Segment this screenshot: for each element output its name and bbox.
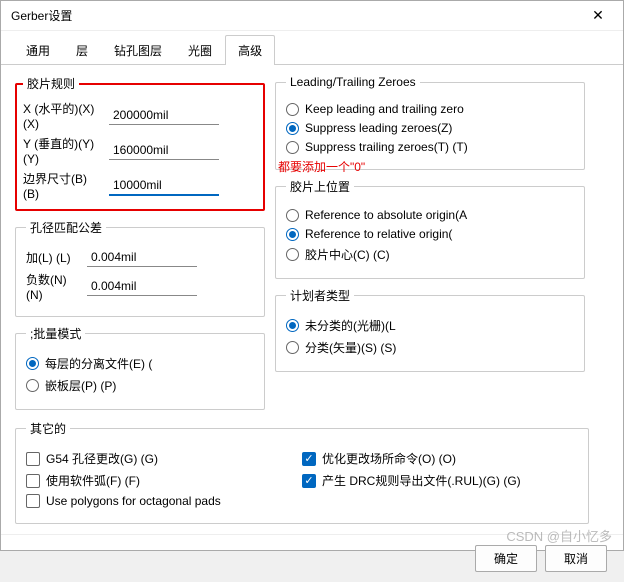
ok-button[interactable]: 确定: [475, 545, 537, 572]
group-batch-mode: ;批量模式 每层的分离文件(E) ( 嵌板层(P) (P): [15, 325, 265, 410]
radio-label: 未分类的(光栅)(L: [305, 317, 396, 334]
radio-icon: [286, 209, 299, 222]
input-y[interactable]: [109, 141, 219, 160]
input-plus[interactable]: [87, 248, 197, 267]
gerber-settings-dialog: Gerber设置 ✕ 通用 层 钻孔图层 光圈 高级 胶片规则 X (水平的)(…: [0, 0, 624, 551]
radio-icon: [286, 141, 299, 154]
checkbox-icon: [26, 452, 40, 466]
tab-apertures[interactable]: 光圈: [175, 35, 225, 65]
radio-panel-layer[interactable]: 嵌板层(P) (P): [26, 377, 254, 394]
label-y: Y (垂直的)(Y) (Y): [23, 135, 103, 166]
radio-icon: [286, 122, 299, 135]
radio-relative-origin[interactable]: Reference to relative origin(: [286, 227, 574, 241]
tab-layers[interactable]: 层: [63, 35, 101, 65]
legend-film-rules: 胶片规则: [23, 75, 79, 92]
label-plus: 加(L) (L): [26, 249, 81, 266]
radio-sorted[interactable]: 分类(矢量)(S) (S): [286, 339, 574, 356]
radio-unsorted[interactable]: 未分类的(光栅)(L: [286, 317, 574, 334]
radio-keep-zeroes[interactable]: Keep leading and trailing zero: [286, 102, 574, 116]
label-x: X (水平的)(X) (X): [23, 100, 103, 131]
radio-film-center[interactable]: 胶片中心(C) (C): [286, 246, 574, 263]
check-label: 优化更改场所命令(O) (O): [322, 450, 456, 467]
check-label: 产生 DRC规则导出文件(.RUL)(G) (G): [322, 472, 521, 489]
legend-others: 其它的: [26, 420, 70, 437]
radio-suppress-trailing[interactable]: Suppress trailing zeroes(T) (T): [286, 140, 574, 154]
legend-film-pos: 胶片上位置: [286, 178, 354, 195]
label-minus: 负数(N) (N): [26, 271, 81, 302]
radio-label: Suppress trailing zeroes(T) (T): [305, 140, 468, 154]
group-others: 其它的 G54 孔径更改(G) (G) 使用软件弧(F) (F) Use pol…: [15, 420, 589, 524]
group-plotter-type: 计划者类型 未分类的(光栅)(L 分类(矢量)(S) (S): [275, 287, 585, 372]
legend-batch: ;批量模式: [26, 325, 85, 342]
group-aperture-tolerance: 孔径匹配公差 加(L) (L) 负数(N) (N): [15, 219, 265, 317]
radio-icon: [286, 103, 299, 116]
radio-icon: [286, 228, 299, 241]
check-label: Use polygons for octagonal pads: [46, 494, 221, 508]
check-drc-rules[interactable]: 产生 DRC规则导出文件(.RUL)(G) (G): [302, 472, 578, 489]
tab-general[interactable]: 通用: [13, 35, 63, 65]
checkbox-icon: [26, 494, 40, 508]
dialog-title: Gerber设置: [11, 7, 72, 24]
check-software-arcs[interactable]: 使用软件弧(F) (F): [26, 472, 302, 489]
radio-icon: [286, 319, 299, 332]
radio-label: 分类(矢量)(S) (S): [305, 339, 396, 356]
input-border[interactable]: [109, 176, 219, 196]
legend-aperture-tol: 孔径匹配公差: [26, 219, 106, 236]
radio-label: 每层的分离文件(E) (: [45, 355, 152, 372]
titlebar: Gerber设置 ✕: [1, 1, 623, 31]
radio-icon: [286, 341, 299, 354]
radio-label: Keep leading and trailing zero: [305, 102, 464, 116]
check-optimize-change[interactable]: 优化更改场所命令(O) (O): [302, 450, 578, 467]
radio-suppress-leading[interactable]: Suppress leading zeroes(Z): [286, 121, 574, 135]
radio-label: Reference to absolute origin(A: [305, 208, 467, 222]
checkbox-icon: [26, 474, 40, 488]
check-g54[interactable]: G54 孔径更改(G) (G): [26, 450, 302, 467]
radio-separate-file[interactable]: 每层的分离文件(E) (: [26, 355, 254, 372]
tab-bar: 通用 层 钻孔图层 光圈 高级: [1, 35, 623, 65]
group-zeroes: Leading/Trailing Zeroes Keep leading and…: [275, 75, 585, 170]
check-polygons-octagonal[interactable]: Use polygons for octagonal pads: [26, 494, 302, 508]
legend-zeroes: Leading/Trailing Zeroes: [286, 75, 420, 89]
radio-label: 胶片中心(C) (C): [305, 246, 390, 263]
radio-icon: [26, 379, 39, 392]
close-icon[interactable]: ✕: [583, 7, 613, 24]
label-border: 边界尺寸(B) (B): [23, 170, 103, 201]
radio-absolute-origin[interactable]: Reference to absolute origin(A: [286, 208, 574, 222]
radio-label: 嵌板层(P) (P): [45, 377, 116, 394]
checkbox-icon: [302, 474, 316, 488]
radio-label: Reference to relative origin(: [305, 227, 452, 241]
radio-icon: [286, 248, 299, 261]
radio-icon: [26, 357, 39, 370]
legend-plotter: 计划者类型: [286, 287, 354, 304]
check-label: 使用软件弧(F) (F): [46, 472, 140, 489]
check-label: G54 孔径更改(G) (G): [46, 450, 158, 467]
input-x[interactable]: [109, 106, 219, 125]
annotation-text: 都要添加一个"0": [278, 158, 365, 175]
checkbox-icon: [302, 452, 316, 466]
tab-advanced[interactable]: 高级: [225, 35, 275, 65]
dialog-footer: 确定 取消: [1, 534, 623, 582]
group-film-rules: 胶片规则 X (水平的)(X) (X) Y (垂直的)(Y) (Y) 边界尺寸(…: [15, 75, 265, 211]
radio-label: Suppress leading zeroes(Z): [305, 121, 452, 135]
group-film-position: 胶片上位置 Reference to absolute origin(A Ref…: [275, 178, 585, 279]
content-area: 胶片规则 X (水平的)(X) (X) Y (垂直的)(Y) (Y) 边界尺寸(…: [1, 65, 623, 534]
tab-drill[interactable]: 钻孔图层: [101, 35, 175, 65]
cancel-button[interactable]: 取消: [545, 545, 607, 572]
input-minus[interactable]: [87, 277, 197, 296]
